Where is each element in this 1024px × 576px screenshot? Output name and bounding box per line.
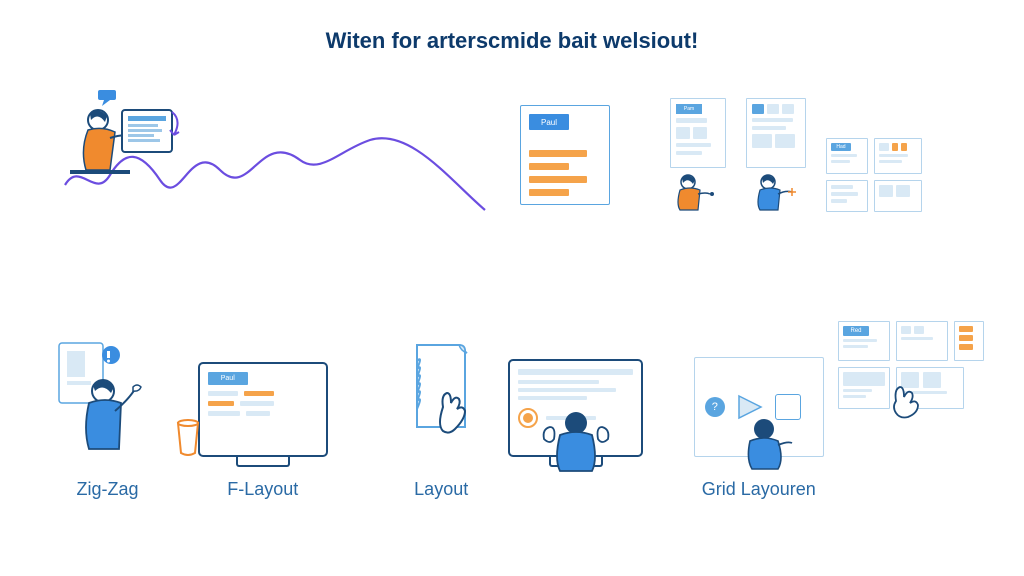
small-person-1-icon <box>670 170 726 212</box>
small-person-2-icon <box>748 170 804 212</box>
person-at-computer-icon <box>60 90 180 190</box>
cup-icon <box>174 417 202 457</box>
zigzag-section: Zig-Zag <box>55 327 160 500</box>
bottom-layout-row: Zig-Zag Paul <box>55 320 984 500</box>
page-hand-icon <box>401 337 481 457</box>
grid-label: Grid Layouren <box>702 479 816 500</box>
grid-preview-cluster: Pam <box>670 98 922 212</box>
mini-wireframe-2 <box>746 98 806 168</box>
page-title: Witen for arterscmide bait welsiout! <box>0 28 1024 54</box>
wireframe-badge: Paul <box>529 114 569 130</box>
grid-tiles-section: Red <box>838 317 984 500</box>
wireframe-card: Paul <box>520 105 610 205</box>
flayout-label: F-Layout <box>227 479 298 500</box>
mini-wireframe-1: Pam <box>670 98 726 168</box>
top-illustration-row: Paul Pam <box>60 90 984 220</box>
flayout-section: Paul <box>170 327 356 500</box>
monitor-flayout: Paul <box>198 362 328 457</box>
grid-diagram-section: ? Grid Layouren <box>685 327 833 500</box>
mini-badge: Pam <box>676 104 702 114</box>
layout-doc-label: Layout <box>414 479 468 500</box>
zigzag-illustration-icon <box>55 337 160 457</box>
layout-doc-section: Layout <box>386 327 497 500</box>
person-back-icon <box>536 405 616 475</box>
zigzag-label: Zig-Zag <box>76 479 138 500</box>
layout-monitor-section: . <box>497 327 655 500</box>
hand-touch-icon <box>882 375 926 419</box>
person-grid-icon <box>738 413 798 471</box>
grid-tile-cluster: Had <box>826 138 922 212</box>
zigzag-wave-illustration <box>60 90 490 220</box>
